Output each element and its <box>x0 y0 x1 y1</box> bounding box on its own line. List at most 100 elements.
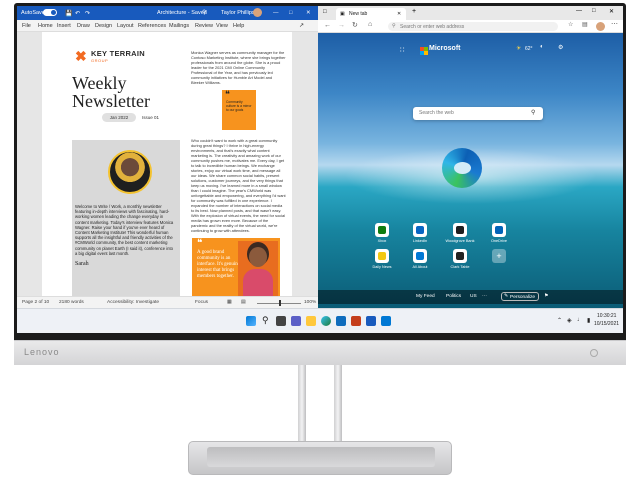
search-icon[interactable]: ⚲ <box>262 315 269 326</box>
feed-tab-my-feed[interactable]: My Feed <box>416 294 435 299</box>
feed-tab-politics[interactable]: Politics <box>446 294 461 299</box>
tab-close-icon[interactable]: ✕ <box>397 11 401 17</box>
clock-date[interactable]: 10/15/2021 <box>594 321 619 327</box>
tab-actions-icon[interactable]: □ <box>323 9 327 15</box>
document-page[interactable]: ✖ KEY TERRAIN GROUP Weekly Newsletter Ja… <box>42 32 292 296</box>
quick-link-tile[interactable]: Clark Table <box>445 249 475 273</box>
zoom-slider-handle[interactable] <box>279 300 281 306</box>
pull-quote-large-text: A good brand community is an interface. … <box>197 250 240 279</box>
document-canvas[interactable]: ✖ KEY TERRAIN GROUP Weekly Newsletter Ja… <box>17 32 318 296</box>
quick-link-tile[interactable]: Daily News <box>367 249 397 273</box>
minimize-icon[interactable]: — <box>273 10 279 16</box>
focus-icon[interactable]: ◐ <box>540 44 544 50</box>
tab-design[interactable]: Design <box>95 23 112 29</box>
add-tab-icon[interactable]: + <box>412 8 416 15</box>
tab-draw[interactable]: Draw <box>77 23 90 29</box>
edge-tabbar: □ ▣ New tab ✕ + — □ ✕ <box>318 6 623 20</box>
address-bar[interactable]: ⚲ Search or enter web address <box>388 22 558 31</box>
minimize-icon[interactable]: — <box>576 8 582 14</box>
tab-layout[interactable]: Layout <box>117 23 134 29</box>
quick-link-label: OneDrive <box>490 239 508 243</box>
tab-view[interactable]: View <box>216 23 228 29</box>
word-taskbar-icon[interactable] <box>366 316 376 326</box>
pull-quote-small: ❝ Community culture is a mirror to our g… <box>222 89 256 130</box>
search-icon[interactable]: ⚲ <box>202 9 206 16</box>
task-view-icon[interactable] <box>276 316 286 326</box>
site-icon <box>492 223 506 237</box>
monitor-stand-base <box>188 441 452 475</box>
notifications-icon[interactable]: ⚑ <box>544 294 548 299</box>
user-avatar[interactable] <box>253 8 262 17</box>
close-icon[interactable]: ✕ <box>609 8 614 15</box>
battery-icon[interactable]: ▮ <box>587 317 590 324</box>
collections-icon[interactable]: ▤ <box>582 21 588 28</box>
save-icon[interactable]: 💾 <box>65 10 72 17</box>
accessibility-status[interactable]: Accessibility: Investigate <box>107 300 159 305</box>
newsletter-title: Weekly Newsletter <box>72 73 150 111</box>
tab-new-tab[interactable]: ▣ New tab ✕ <box>336 8 406 20</box>
article-body: Who couldn't want to work with a great c… <box>191 138 286 233</box>
personalize-button[interactable]: ✎ Personalize <box>501 292 539 301</box>
feed-tab-us[interactable]: US <box>470 294 477 299</box>
more-icon[interactable]: ⋯ <box>482 294 487 299</box>
close-icon[interactable]: ✕ <box>306 10 311 16</box>
forward-icon[interactable]: → <box>338 22 345 29</box>
autosave-toggle[interactable] <box>43 9 57 16</box>
maximize-icon[interactable]: □ <box>592 8 596 14</box>
powerpoint-icon[interactable] <box>351 316 361 326</box>
start-icon[interactable] <box>246 316 256 326</box>
home-icon[interactable]: ⌂ <box>368 21 372 28</box>
settings-gear-icon[interactable]: ⚙ <box>558 44 563 51</box>
share-icon[interactable]: ↗ <box>299 22 304 29</box>
zoom-level[interactable]: 100% <box>304 300 316 305</box>
clock-time[interactable]: 10:30:21 <box>597 313 616 319</box>
autosave-label: AutoSave <box>21 10 45 16</box>
tab-mailings[interactable]: Mailings <box>169 23 189 29</box>
redo-icon[interactable]: ↷ <box>85 10 90 17</box>
page-count[interactable]: Page 2 of 10 <box>22 300 49 305</box>
tab-insert[interactable]: Insert <box>57 23 71 29</box>
focus-mode[interactable]: Focus <box>195 300 208 305</box>
layout-icon[interactable]: ▤ <box>241 300 246 305</box>
show-hidden-icons-icon[interactable]: ⌃ <box>557 317 562 324</box>
edge-taskbar-icon[interactable] <box>321 316 331 326</box>
tab-help[interactable]: Help <box>233 23 244 29</box>
store-icon[interactable] <box>336 316 346 326</box>
brand-subtitle: GROUP <box>91 58 109 63</box>
view-icon[interactable]: ▦ <box>227 300 232 305</box>
quick-link-tile[interactable]: OneDrive <box>484 223 514 247</box>
favorites-icon[interactable]: ☆ <box>568 21 573 28</box>
tab-review[interactable]: Review <box>195 23 213 29</box>
profile-avatar[interactable] <box>596 22 605 31</box>
power-button[interactable] <box>590 349 598 357</box>
search-icon[interactable]: ⚲ <box>531 109 535 116</box>
quote-icon: ❝ <box>225 89 230 99</box>
maximize-icon[interactable]: □ <box>289 10 292 16</box>
more-icon[interactable]: ⋯ <box>611 20 618 28</box>
refresh-icon[interactable]: ↻ <box>352 21 358 29</box>
quick-link-tile[interactable]: + <box>484 249 514 273</box>
apps-launcher-icon[interactable]: ∷ <box>400 46 404 54</box>
quick-link-tile[interactable]: Woodgrove Bank <box>445 223 475 247</box>
wifi-icon[interactable]: ◈ <box>567 317 572 324</box>
quick-link-tile[interactable]: LinkedIn <box>405 223 435 247</box>
back-icon[interactable]: ← <box>324 22 331 29</box>
weather-temp[interactable]: 62° <box>525 46 533 52</box>
monitor-stand-neck <box>298 365 342 445</box>
quick-link-tile[interactable]: Xbox <box>367 223 397 247</box>
volume-icon[interactable]: ♩ <box>577 317 583 323</box>
word-titlebar: AutoSave 💾 ↶ ↷ Architecture - Saved ⚲ Ta… <box>17 6 318 20</box>
web-search-box[interactable]: Search the web ⚲ <box>413 107 543 120</box>
author-photo <box>238 241 278 296</box>
tab-references[interactable]: References <box>138 23 166 29</box>
file-explorer-icon[interactable] <box>306 316 316 326</box>
undo-icon[interactable]: ↶ <box>75 10 80 17</box>
tab-file[interactable]: File <box>22 23 31 29</box>
newsletter-issue: Issue 01 <box>142 115 160 120</box>
monitor-brand-logo: Lenovo <box>24 347 60 357</box>
quick-link-tile[interactable]: All About <box>405 249 435 273</box>
outlook-icon[interactable] <box>381 316 391 326</box>
teams-icon[interactable] <box>291 316 301 326</box>
word-count[interactable]: 2180 words <box>59 300 84 305</box>
tab-home[interactable]: Home <box>38 23 53 29</box>
